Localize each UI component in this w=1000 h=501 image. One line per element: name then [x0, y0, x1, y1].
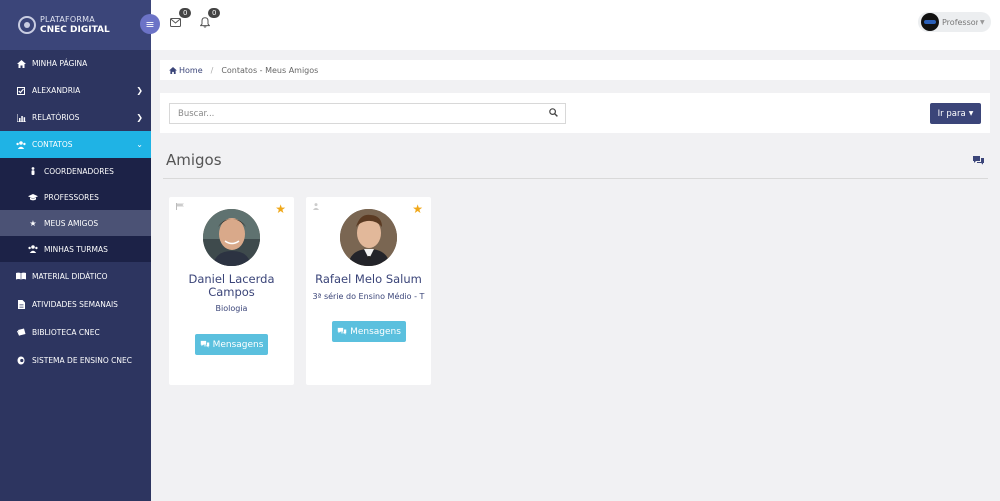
user-menu[interactable]: Professor ▼	[918, 12, 991, 32]
friend-subtitle: Biologia	[215, 304, 248, 313]
home-icon	[16, 59, 26, 68]
sidebar-item-label: SISTEMA DE ENSINO CNEC	[32, 355, 132, 365]
logo-mark-icon	[18, 16, 36, 34]
sidebar-item-label: MATERIAL DIDÁTICO	[32, 271, 108, 281]
flag-icon	[176, 203, 185, 212]
breadcrumb-home-link[interactable]: Home	[169, 66, 203, 75]
users-icon	[16, 140, 26, 149]
brand-line1: PLATAFORMA	[40, 15, 95, 24]
friend-subtitle: 3ª série do Ensino Médio - T	[312, 292, 425, 301]
page-title: Amigos	[166, 151, 222, 169]
sidebar-item-label: ALEXANDRIA	[32, 86, 81, 95]
chevron-down-icon: ⌄	[136, 140, 143, 149]
sidebar-item-minha-pagina[interactable]: MINHA PÁGINA	[0, 50, 151, 77]
avatar[interactable]	[340, 209, 397, 266]
friend-name[interactable]: Rafael Melo Salum	[306, 273, 431, 286]
sidebar-subitem-minhas-turmas[interactable]: MINHAS TURMAS	[0, 236, 151, 262]
sidebar-item-label: ATIVIDADES SEMANAIS	[32, 299, 118, 309]
envelope-icon[interactable]	[170, 17, 181, 30]
comments-icon	[200, 340, 210, 350]
avatar[interactable]	[203, 209, 260, 266]
check-square-icon	[16, 86, 26, 95]
messages-button-label: Mensagens	[350, 326, 401, 337]
sidebar-subitem-label: COORDENADORES	[44, 166, 114, 176]
friend-card: ★ Rafael Melo Salum 3ª série do Ensino M…	[306, 197, 431, 385]
messages-button[interactable]: Mensagens	[332, 321, 406, 342]
sidebar-subitem-label: MINHAS TURMAS	[44, 244, 108, 254]
globe-icon	[16, 356, 26, 365]
go-to-button[interactable]: Ir para ▼	[930, 103, 981, 124]
notifications-badge: 0	[208, 8, 221, 18]
avatar	[921, 13, 939, 31]
brand-text: PLATAFORMA CNEC DIGITAL	[40, 15, 110, 35]
sidebar-item-alexandria[interactable]: ALEXANDRIA ❯	[0, 77, 151, 104]
books-icon	[16, 328, 26, 336]
sidebar: PLATAFORMA CNEC DIGITAL ≡ MINHA PÁGINA A…	[0, 0, 160, 501]
bell-icon[interactable]	[199, 17, 211, 31]
sidebar-item-biblioteca-cnec[interactable]: BIBLIOTECA CNEC	[0, 318, 151, 346]
sidebar-item-label: CONTATOS	[32, 140, 73, 149]
messages-button[interactable]: Mensagens	[195, 334, 268, 355]
messages-button-label: Mensagens	[212, 339, 264, 350]
go-to-label: Ir para	[937, 108, 966, 119]
sidebar-item-atividades-semanais[interactable]: ATIVIDADES SEMANAIS	[0, 290, 151, 318]
chevron-right-icon: ❯	[136, 86, 143, 95]
home-icon	[169, 66, 177, 74]
search-panel: Ir para ▼	[160, 93, 990, 133]
comments-icon[interactable]	[972, 155, 985, 168]
sidebar-item-label: MINHA PÁGINA	[32, 59, 88, 68]
sidebar-item-relatorios[interactable]: RELATÓRIOS ❯	[0, 104, 151, 131]
breadcrumb-current: Contatos - Meus Amigos	[221, 65, 319, 75]
sidebar-subitem-coordenadores[interactable]: COORDENADORES	[0, 158, 151, 184]
sidebar-subitem-professores[interactable]: PROFESSORES	[0, 184, 151, 210]
sidebar-item-material-didatico[interactable]: MATERIAL DIDÁTICO	[0, 262, 151, 290]
comments-icon	[337, 327, 347, 337]
star-icon[interactable]: ★	[412, 202, 423, 216]
bar-chart-icon	[16, 113, 26, 122]
user-name: Professor	[942, 17, 978, 27]
hamburger-icon: ≡	[145, 17, 155, 31]
users-icon	[28, 245, 38, 253]
book-open-icon	[16, 272, 26, 280]
sidebar-subitem-meus-amigos[interactable]: ★ MEUS AMIGOS	[0, 210, 151, 236]
brand-logo[interactable]: PLATAFORMA CNEC DIGITAL ≡	[0, 0, 160, 50]
sidebar-item-label: BIBLIOTECA CNEC	[32, 327, 100, 337]
breadcrumb: Home / Contatos - Meus Amigos	[160, 60, 990, 80]
friend-card: ★ Daniel Lacerda Campos Biologia Mensage…	[169, 197, 294, 385]
sidebar-item-sistema-de-ensino-cnec[interactable]: SISTEMA DE ENSINO CNEC	[0, 346, 151, 374]
graduation-cap-icon	[28, 193, 38, 201]
friend-name[interactable]: Daniel Lacerda Campos	[169, 273, 294, 299]
menu-toggle-button[interactable]: ≡	[140, 14, 160, 34]
user-icon	[28, 167, 38, 175]
brand-line2: CNEC DIGITAL	[40, 25, 110, 35]
chevron-right-icon: ❯	[136, 113, 143, 122]
sidebar-item-contatos[interactable]: CONTATOS ⌄	[0, 131, 151, 158]
caret-down-icon: ▼	[968, 110, 974, 117]
sidebar-item-label: RELATÓRIOS	[32, 113, 80, 122]
sidebar-subitem-label: MEUS AMIGOS	[44, 218, 99, 228]
breadcrumb-separator: /	[210, 65, 214, 75]
star-icon[interactable]: ★	[275, 202, 286, 216]
sidebar-subitem-label: PROFESSORES	[44, 192, 99, 202]
topbar: 0 0 Professor ▼	[151, 0, 1000, 50]
breadcrumb-home-label: Home	[179, 65, 203, 75]
star-icon: ★	[29, 218, 37, 228]
user-icon	[313, 203, 319, 212]
search-input[interactable]	[170, 104, 540, 123]
caret-down-icon: ▼	[980, 18, 985, 26]
file-icon	[16, 299, 26, 309]
messages-badge: 0	[179, 8, 192, 18]
section-divider	[163, 178, 988, 179]
search-icon[interactable]	[549, 108, 558, 120]
search-box	[169, 103, 566, 124]
